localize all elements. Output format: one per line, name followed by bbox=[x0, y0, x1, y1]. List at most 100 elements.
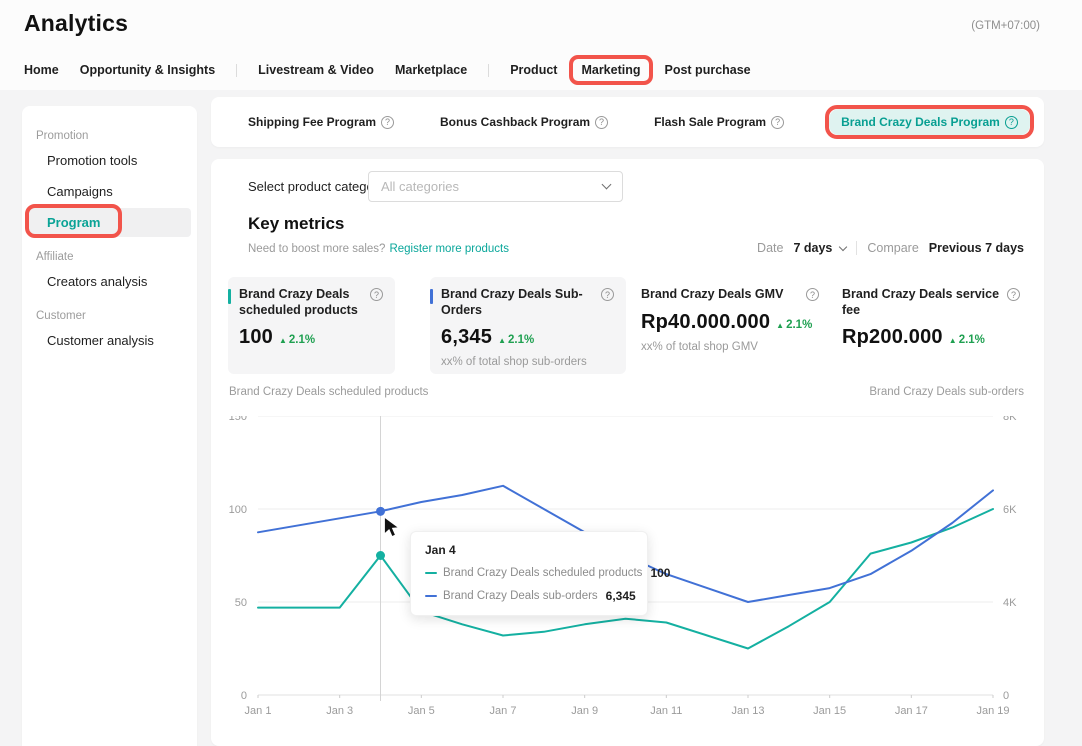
sidebar-item-promotion-tools[interactable]: Promotion tools bbox=[28, 146, 191, 175]
tooltip-series-name: Brand Crazy Deals scheduled products bbox=[443, 567, 642, 579]
x-axis-tick: Jan 9 bbox=[571, 705, 598, 717]
sidebar-item-label: Campaigns bbox=[47, 184, 113, 199]
help-icon[interactable]: ? bbox=[381, 116, 394, 129]
hover-dot-brand-crazy-deals-sub-orders bbox=[376, 507, 385, 516]
left-axis-tick: 0 bbox=[241, 690, 247, 702]
right-axis-tick: 8K bbox=[1003, 416, 1017, 423]
nav-item-product[interactable]: Product bbox=[510, 63, 557, 77]
sidebar-item-label: Program bbox=[47, 215, 100, 230]
category-select[interactable]: All categories bbox=[368, 171, 623, 202]
date-range-controls: Date 7 days Compare Previous 7 days bbox=[757, 241, 1024, 255]
nav-item-marketing[interactable]: Marketing bbox=[581, 63, 640, 77]
x-axis-tick: Jan 15 bbox=[813, 705, 846, 717]
series-marker bbox=[425, 595, 437, 598]
tooltip-row-brand-crazy-deals-sub-orders: Brand Crazy Deals sub-orders6,345 bbox=[425, 589, 633, 603]
metric-card-title: Brand Crazy Deals scheduled products bbox=[239, 287, 364, 318]
date-range-dropdown[interactable]: 7 days bbox=[793, 241, 846, 255]
boost-sales-text: Need to boost more sales? bbox=[248, 243, 385, 255]
accent-bar bbox=[430, 289, 433, 304]
tab-label: Brand Crazy Deals Program bbox=[841, 115, 1000, 129]
nav-item-livestream-video[interactable]: Livestream & Video bbox=[258, 63, 374, 77]
metric-value-row: Rp40.000.000▲2.1% bbox=[641, 311, 819, 334]
metric-delta-value: 2.1% bbox=[508, 334, 534, 346]
compare-label: Compare bbox=[867, 241, 918, 255]
tab-flash-sale-program[interactable]: Flash Sale Program? bbox=[654, 115, 784, 129]
metric-delta: ▲2.1% bbox=[776, 319, 812, 331]
hover-dot-brand-crazy-deals-scheduled-products bbox=[376, 551, 385, 560]
up-arrow-icon: ▲ bbox=[949, 336, 957, 345]
sidebar-item-creators-analysis[interactable]: Creators analysis bbox=[28, 267, 191, 296]
tab-brand-crazy-deals-program[interactable]: Brand Crazy Deals Program? bbox=[829, 109, 1030, 135]
left-axis-tick: 150 bbox=[229, 416, 247, 423]
tab-shipping-fee-program[interactable]: Shipping Fee Program? bbox=[248, 115, 394, 129]
sidebar: PromotionPromotion toolsCampaignsProgram… bbox=[22, 106, 197, 746]
left-axis-tick: 100 bbox=[229, 504, 247, 516]
primary-nav: Home Opportunity & Insights Livestream & V… bbox=[24, 56, 751, 84]
tab-label: Flash Sale Program bbox=[654, 115, 766, 129]
help-icon[interactable]: ? bbox=[595, 116, 608, 129]
x-axis-tick: Jan 17 bbox=[895, 705, 928, 717]
right-axis-tick: 6K bbox=[1003, 504, 1017, 516]
chart-tooltip: Jan 4 Brand Crazy Deals scheduled produc… bbox=[410, 531, 648, 616]
metric-value-row: Rp200.000 ▲2.1% bbox=[842, 326, 1020, 349]
help-icon[interactable]: ? bbox=[806, 288, 819, 301]
help-icon[interactable]: ? bbox=[1007, 288, 1020, 301]
nav-item-home[interactable]: Home bbox=[24, 63, 59, 77]
x-axis-tick: Jan 11 bbox=[650, 705, 682, 717]
metric-card-brand-crazy-deals-sub-orders: Brand Crazy Deals Sub-Orders? 6,345 ▲2.1% x… bbox=[430, 277, 626, 374]
metric-value-row: 100▲2.1% bbox=[239, 326, 383, 349]
nav-separator bbox=[236, 64, 237, 77]
page-title: Analytics bbox=[24, 10, 128, 37]
metric-delta-value: 2.1% bbox=[289, 334, 315, 346]
x-axis-tick: Jan 13 bbox=[731, 705, 764, 717]
help-icon[interactable]: ? bbox=[1005, 116, 1018, 129]
compare-value[interactable]: Previous 7 days bbox=[929, 241, 1024, 255]
metric-card-header: Brand Crazy Deals scheduled products? bbox=[239, 287, 383, 318]
metric-value-row: 6,345 ▲2.1% bbox=[441, 326, 614, 349]
accent-bar bbox=[228, 289, 231, 304]
metric-note: xx% of total shop sub-orders bbox=[441, 356, 614, 368]
x-axis-tick: Jan 3 bbox=[326, 705, 353, 717]
main-panel: Select product category All categories K… bbox=[211, 159, 1044, 746]
program-tabs-bar: Shipping Fee Program?Bonus Cashback Prog… bbox=[211, 97, 1044, 147]
sidebar-item-program[interactable]: Program bbox=[28, 208, 191, 237]
sidebar-item-customer-analysis[interactable]: Customer analysis bbox=[28, 326, 191, 355]
chart-right-axis-title: Brand Crazy Deals sub-orders bbox=[869, 386, 1024, 398]
nav-item-marketplace[interactable]: Marketplace bbox=[395, 63, 467, 77]
up-arrow-icon: ▲ bbox=[498, 336, 506, 345]
sidebar-section-affiliate: Affiliate bbox=[36, 251, 197, 263]
metric-delta: ▲2.1% bbox=[949, 334, 985, 346]
tab-label: Shipping Fee Program bbox=[248, 115, 376, 129]
x-axis-tick: Jan 19 bbox=[976, 705, 1009, 717]
sidebar-section-customer: Customer bbox=[36, 310, 197, 322]
tab-bonus-cashback-program[interactable]: Bonus Cashback Program? bbox=[440, 115, 608, 129]
up-arrow-icon: ▲ bbox=[279, 336, 287, 345]
metric-card-title: Brand Crazy Deals Sub-Orders bbox=[441, 287, 595, 318]
left-axis-tick: 50 bbox=[235, 597, 247, 609]
metric-value: Rp200.000 bbox=[842, 326, 943, 349]
help-icon[interactable]: ? bbox=[370, 288, 383, 301]
metric-value: 6,345 bbox=[441, 326, 492, 349]
metric-note: xx% of total shop GMV bbox=[641, 341, 819, 353]
metric-card-brand-crazy-deals-scheduled-products: Brand Crazy Deals scheduled products? 100… bbox=[228, 277, 395, 374]
tooltip-series-value: 6,345 bbox=[606, 589, 636, 603]
help-icon[interactable]: ? bbox=[771, 116, 784, 129]
metric-card-title: Brand Crazy Deals GMV bbox=[641, 287, 800, 303]
annotation-box-marketing: Marketing bbox=[569, 55, 652, 85]
sidebar-item-label: Creators analysis bbox=[47, 274, 147, 289]
series-marker bbox=[425, 572, 437, 575]
metric-card-brand-crazy-deals-service-fee: Brand Crazy Deals service fee?Rp200.000▲… bbox=[842, 277, 1032, 374]
category-select-placeholder: All categories bbox=[381, 179, 603, 194]
right-axis-tick: 0 bbox=[1003, 690, 1009, 702]
metric-card-brand-crazy-deals-gmv: Brand Crazy Deals GMV? Rp40.000.000▲2.1% x… bbox=[641, 277, 831, 374]
metric-delta-value: 2.1% bbox=[959, 334, 985, 346]
help-icon[interactable]: ? bbox=[601, 288, 614, 301]
date-range-value: 7 days bbox=[793, 241, 832, 255]
date-label: Date bbox=[757, 241, 783, 255]
sidebar-item-campaigns[interactable]: Campaigns bbox=[28, 177, 191, 206]
annotation-box-brand-crazy-deals-program: Brand Crazy Deals Program? bbox=[825, 105, 1034, 139]
tooltip-series-value: 100 bbox=[650, 566, 670, 580]
register-products-link[interactable]: Register more products bbox=[389, 243, 509, 255]
nav-item-post-purchase[interactable]: Post purchase bbox=[665, 63, 751, 77]
nav-item-opportunity-insights[interactable]: Opportunity & Insights bbox=[80, 63, 215, 77]
